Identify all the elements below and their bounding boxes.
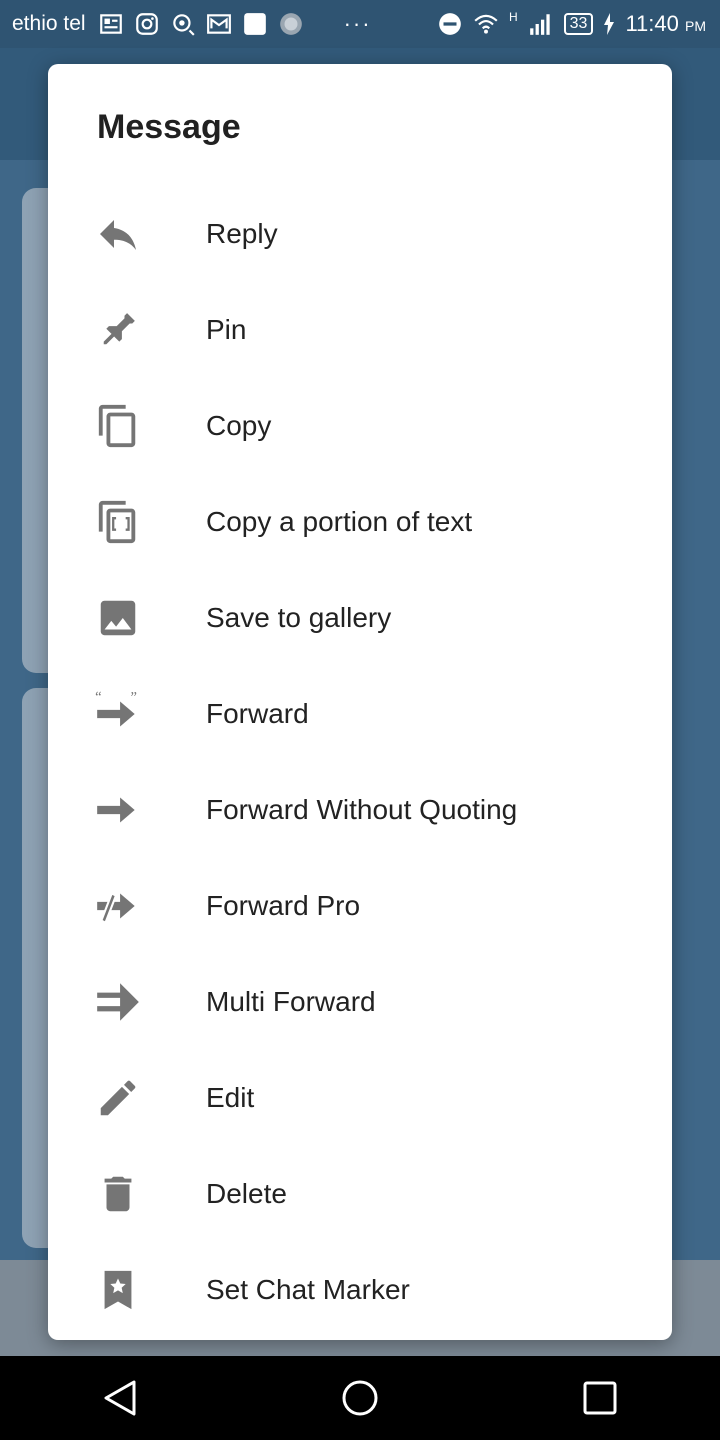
clock: 11:40 PM	[625, 11, 706, 37]
menu-item-label: Reply	[206, 218, 278, 249]
status-bar: ethio tel ··· H 33 11:40 PM	[0, 0, 720, 48]
menu-item-delete[interactable]: Delete	[48, 1146, 672, 1242]
svg-text:”: ”	[131, 690, 137, 706]
forward-quote-icon: “”	[93, 689, 143, 739]
notification-icons: ···	[98, 11, 372, 37]
instagram-icon	[135, 13, 158, 35]
charging-icon	[604, 13, 615, 35]
system-status: H 33 11:40 PM	[437, 0, 706, 48]
overflow-dots: ···	[343, 11, 372, 36]
menu-item-label: Multi Forward	[206, 986, 376, 1017]
trash-icon	[93, 1169, 143, 1219]
app-round-icon	[279, 13, 302, 35]
multi-forward-icon	[93, 977, 143, 1027]
menu-item-reply[interactable]: Reply	[48, 186, 672, 282]
svg-text:“: “	[95, 690, 101, 706]
message-options-dialog: Message Reply Pin Copy Copy a portion of…	[48, 64, 672, 1340]
image-icon	[93, 593, 143, 643]
forward-arrow-icon	[93, 785, 143, 835]
menu-item-label: Forward Pro	[206, 890, 361, 921]
back-triangle-icon	[104, 1380, 136, 1416]
menu-item-multi-forward[interactable]: Multi Forward	[48, 954, 672, 1050]
bookmark-star-icon	[93, 1265, 143, 1315]
pin-icon	[93, 305, 143, 355]
pencil-icon	[93, 1073, 143, 1123]
back-button[interactable]	[30, 1356, 210, 1440]
menu-item-copy[interactable]: Copy	[48, 378, 672, 474]
menu-item-label: Copy	[206, 410, 272, 441]
menu-item-forward-pro[interactable]: Forward Pro	[48, 858, 672, 954]
hotspot-icon	[172, 14, 195, 36]
home-button[interactable]	[270, 1356, 450, 1440]
network-type: H	[508, 10, 518, 24]
message-options-menu: Reply Pin Copy Copy a portion of text Sa	[48, 186, 672, 1338]
menu-item-set-chat-marker[interactable]: Set Chat Marker	[48, 1242, 672, 1338]
forward-pro-icon	[93, 881, 143, 931]
carrier-name: ethio tel	[12, 12, 86, 35]
menu-item-label: Pin	[206, 314, 247, 345]
menu-item-label: Delete	[206, 1178, 287, 1209]
menu-item-label: Edit	[206, 1082, 255, 1113]
menu-item-forward-without-quoting[interactable]: Forward Without Quoting	[48, 762, 672, 858]
copy-icon	[93, 401, 143, 451]
menu-item-forward[interactable]: “” Forward	[48, 666, 672, 762]
menu-item-label: Forward Without Quoting	[206, 794, 518, 825]
menu-item-label: Copy a portion of text	[206, 506, 473, 537]
menu-item-label: Save to gallery	[206, 602, 392, 633]
navigation-bar	[0, 1356, 720, 1440]
reply-icon	[93, 209, 143, 259]
menu-item-label: Set Chat Marker	[206, 1274, 410, 1305]
clock-ampm: PM	[685, 18, 706, 34]
menu-item-pin[interactable]: Pin	[48, 282, 672, 378]
mail-icon	[206, 14, 231, 34]
copy-portion-icon	[93, 497, 143, 547]
app-square-icon	[243, 13, 266, 35]
battery-level: 33	[563, 13, 594, 35]
menu-item-label: Forward	[206, 698, 309, 729]
home-circle-icon	[342, 1380, 378, 1416]
signal-icon	[529, 14, 550, 35]
news-icon	[99, 14, 122, 34]
recents-square-icon	[583, 1381, 617, 1415]
do-not-disturb-icon	[439, 13, 461, 35]
menu-item-edit[interactable]: Edit	[48, 1050, 672, 1146]
dialog-title: Message	[97, 108, 241, 146]
menu-item-save-gallery[interactable]: Save to gallery	[48, 570, 672, 666]
wifi-icon	[474, 14, 498, 34]
recents-button[interactable]	[510, 1356, 690, 1440]
menu-item-copy-portion[interactable]: Copy a portion of text	[48, 474, 672, 570]
clock-time: 11:40	[625, 11, 679, 36]
